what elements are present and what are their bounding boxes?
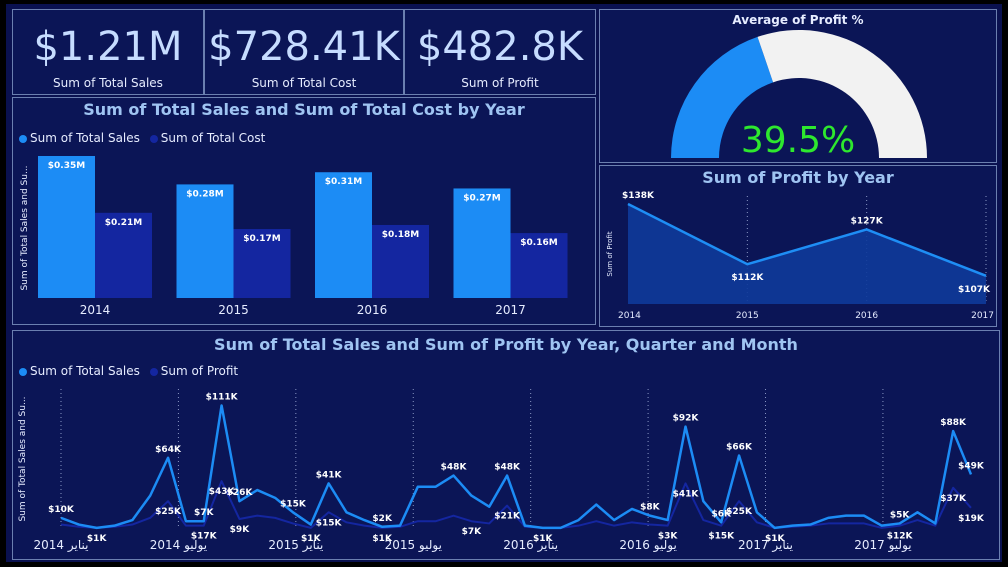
bar-data-label: $0.21M [105, 218, 142, 228]
area-data-label: $138K [622, 191, 655, 201]
line-data-label: $15K [316, 518, 343, 528]
x-tick-label: 2015 [736, 311, 759, 321]
line-data-label: $19K [958, 514, 985, 524]
x-tick-label: 2016 [855, 311, 878, 321]
kpi-label: Sum of Total Sales [53, 76, 163, 90]
line-chart-y-axis-label: Sum of Total Sales and Su... [18, 396, 28, 521]
line-data-label: $1K [372, 534, 393, 544]
bar [453, 188, 511, 298]
kpi-label: Sum of Profit [461, 76, 539, 90]
kpi-value: $728.41K [208, 24, 400, 70]
line-data-label: $25K [726, 507, 753, 517]
kpi-label: Sum of Total Cost [251, 76, 357, 90]
gauge-value-label: 39.5% [740, 120, 856, 161]
kpi-card-total-sales[interactable]: $1.21M Sum of Total Sales [12, 9, 204, 95]
line-data-label: $12K [887, 532, 914, 542]
line-data-label: $8K [640, 503, 661, 513]
line-data-label: $66K [726, 443, 753, 453]
line-data-label: $41K [316, 470, 343, 480]
line-data-label: $64K [155, 445, 182, 455]
bar [315, 172, 372, 298]
line-data-label: $15K [708, 532, 735, 542]
bar-chart-y-axis-label: Sum of Total Sales and Su... [20, 165, 30, 290]
line-data-label: $26K [227, 488, 254, 498]
line-data-label: $21K [494, 512, 521, 522]
line-data-label: $10K [48, 505, 75, 515]
bar [38, 156, 95, 298]
line-data-label: $1K [87, 534, 108, 544]
area-chart-card[interactable]: Sum of Profit by Year $138K 2014 $112K 2015… [599, 165, 997, 327]
line-data-label: $9K [230, 525, 251, 535]
bar-data-label: $0.27M [463, 193, 500, 203]
line-data-label: $3K [658, 532, 679, 542]
gauge-card[interactable]: Average of Profit % 39.5% [599, 9, 997, 163]
line-data-label: $7K [462, 527, 483, 537]
kpi-value: $1.21M [33, 24, 183, 70]
line-data-label: $48K [494, 463, 521, 473]
x-tick-label: 2016 [357, 303, 388, 317]
line-data-label: $2K [372, 514, 393, 524]
kpi-card-total-cost[interactable]: $728.41K Sum of Total Cost [204, 9, 404, 95]
x-tick-label: 2014 [80, 303, 111, 317]
line-data-label: $17K [191, 532, 218, 542]
x-tick-label: 2017 [495, 303, 526, 317]
area-data-label: $107K [958, 285, 991, 295]
bar-chart-card[interactable]: Sum of Total Sales and Sum of Total Cost… [12, 97, 596, 325]
line-chart: Sum of Total Sales and Su... 2014 يناير 20… [18, 389, 985, 553]
line-data-label: $48K [441, 463, 468, 473]
area-chart: $138K 2014 $112K 2015 $127K 2016 $107K 2017 Sum … [606, 191, 994, 321]
line-data-label: $7K [194, 508, 215, 518]
bar-data-label: $0.31M [325, 177, 362, 187]
line-data-label: $25K [155, 507, 182, 517]
area-data-label: $112K [731, 273, 764, 283]
bar-data-label: $0.17M [243, 234, 280, 244]
area-chart-y-axis-label: Sum of Profit [606, 231, 614, 276]
line-data-label: $1K [533, 534, 554, 544]
x-tick-label: 2015 يوليو [385, 538, 442, 553]
line-data-label: $92K [673, 414, 700, 424]
line-data-label: $15K [280, 499, 307, 509]
line-data-label: $111K [206, 392, 239, 402]
line-data-label: $49K [958, 461, 985, 471]
line-data-label: $41K [673, 489, 700, 499]
x-tick-label: 2014 [618, 311, 641, 321]
line-data-label: $88K [940, 418, 967, 428]
area-data-label: $127K [851, 216, 884, 226]
line-chart-card[interactable]: Sum of Total Sales and Sum of Profit by … [12, 330, 1000, 560]
bar-chart: Sum of Total Sales and Su... $0.35M $0.21M… [20, 156, 568, 317]
line-data-label: $1K [765, 534, 786, 544]
kpi-value: $482.8K [416, 24, 584, 70]
line-data-label: $1K [301, 534, 322, 544]
line-data-label: $37K [940, 494, 967, 504]
kpi-card-profit[interactable]: $482.8K Sum of Profit [404, 9, 596, 95]
bar-data-label: $0.35M [48, 161, 85, 171]
line-data-label: $5K [890, 510, 911, 520]
bar [176, 184, 234, 298]
bar-data-label: $0.16M [520, 238, 557, 248]
x-tick-label: 2017 [971, 311, 994, 321]
x-tick-label: 2015 [218, 303, 249, 317]
x-tick-label: 2014 يناير [34, 538, 89, 553]
bar-data-label: $0.18M [382, 230, 419, 240]
bar-data-label: $0.28M [186, 189, 223, 199]
